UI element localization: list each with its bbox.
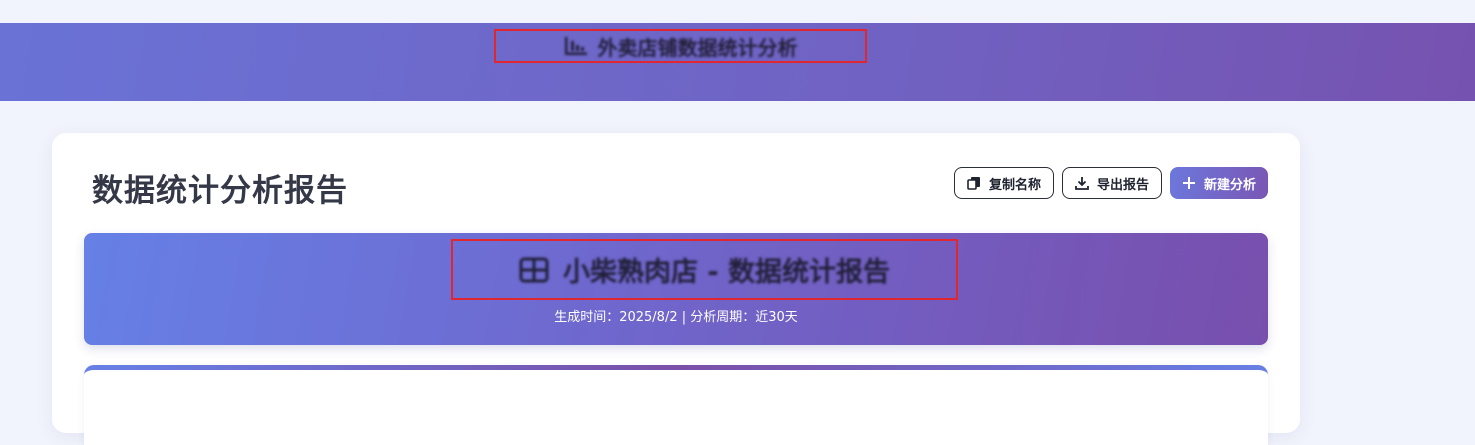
plus-icon (1182, 177, 1195, 189)
copy-icon (967, 177, 980, 190)
report-actions: 复制名称 导出报告 新建分析 (953, 167, 1268, 199)
export-report-button[interactable]: 导出报告 (1061, 167, 1162, 199)
copy-name-label: 复制名称 (988, 177, 1041, 193)
page-title: 数据统计分析报告 (92, 173, 348, 209)
new-analysis-label: 新建分析 (1203, 177, 1256, 193)
export-report-label: 导出报告 (1096, 177, 1149, 193)
banner-subtitle: 生成时间：2025/8/2 | 分析周期：近30天 (554, 310, 798, 325)
new-analysis-button[interactable]: 新建分析 (1169, 167, 1268, 199)
section-card (84, 365, 1268, 445)
copy-name-button[interactable]: 复制名称 (953, 167, 1054, 199)
table-icon (519, 257, 549, 282)
banner-title: 小柴熟肉店 - 数据统计报告 (451, 239, 958, 300)
report-card: 数据统计分析报告 复制名称 导出报告 新建分析 小柴熟肉店 - 数据统计报告 生… (52, 133, 1300, 445)
download-icon (1075, 177, 1089, 190)
banner-title-text: 小柴熟肉店 - 数据统计报告 (562, 257, 890, 288)
app-header-title: 外卖店铺数据统计分析 (494, 29, 867, 63)
app-title-text: 外卖店铺数据统计分析 (597, 35, 798, 60)
report-banner: 小柴熟肉店 - 数据统计报告 生成时间：2025/8/2 | 分析周期：近30天 (84, 233, 1268, 345)
bar-chart-icon (564, 37, 587, 55)
